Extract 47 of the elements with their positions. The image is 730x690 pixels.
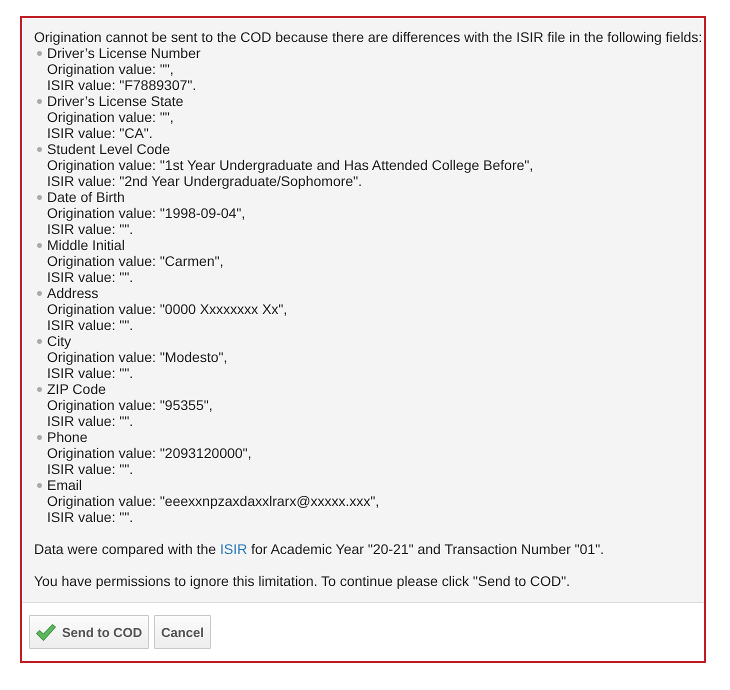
permission-text: You have permissions to ignore this limitation. To continue please click "Send to COD". (34, 573, 570, 589)
isir-value-text: ISIR value: "". (47, 317, 134, 333)
bullet-icon (37, 386, 42, 392)
field-label: Address (47, 285, 98, 301)
field-label: Date of Birth (47, 189, 125, 205)
field-label: City (47, 333, 72, 349)
bullet-icon (37, 98, 42, 104)
field-label: Email (47, 477, 82, 493)
bullet-icon (37, 146, 42, 152)
field-label: Driver’s License Number (47, 45, 201, 61)
isir-link[interactable]: ISIR (220, 541, 248, 557)
send-button[interactable]: Send to COD (29, 615, 150, 649)
field-label: Driver’s License State (47, 93, 184, 109)
isir-value-text: ISIR value: "". (47, 509, 134, 525)
origination-value-text: Origination value: "", (47, 61, 174, 77)
bullet-icon (37, 242, 42, 248)
bullet-icon (37, 434, 42, 440)
origination-value-text: Origination value: "0000 Xxxxxxxx Xx", (47, 301, 288, 317)
field-label: Phone (47, 429, 88, 445)
bullet-icon (37, 50, 42, 56)
origination-value-text: Origination value: "eeexxnpzaxdaxxlrarx@xxxxx.xxx", (47, 493, 380, 509)
origination-value-text: Origination value: "Modesto", (47, 349, 228, 365)
checkmark-icon (36, 624, 56, 640)
origination-value-text: Origination value: "2093120000", (47, 445, 252, 461)
field-label: Student Level Code (47, 141, 170, 157)
field-label: ZIP Code (47, 381, 106, 397)
field-label: Middle Initial (47, 237, 125, 253)
bullet-icon (37, 194, 42, 200)
bullet-icon (37, 290, 42, 296)
cancel-button[interactable]: Cancel (154, 615, 211, 649)
origination-value-text: Origination value: "1998-09-04", (47, 205, 246, 221)
isir-value-text: ISIR value: "F7889307". (47, 77, 196, 93)
bullet-icon (37, 482, 42, 488)
intro-text: Origination cannot be sent to the COD because there are differences with the ISIR file in the following fields: (34, 29, 702, 45)
origination-value-text: Origination value: "", (47, 109, 174, 125)
isir-value-text: ISIR value: "". (47, 365, 134, 381)
isir-value-text: ISIR value: "". (47, 413, 134, 429)
isir-value-text: ISIR value: "". (47, 269, 134, 285)
comparison-text: Data were compared with the ISIR for Academic Year "20-21" and Transaction Number "01". (34, 541, 604, 557)
isir-value-text: ISIR value: "2nd Year Undergraduate/Sophomore". (47, 173, 362, 189)
origination-value-text: Origination value: "1st Year Undergraduate and Has Attended College Before", (47, 157, 534, 173)
isir-value-text: ISIR value: "". (47, 461, 134, 477)
origination-value-text: Origination value: "95355", (47, 397, 213, 413)
bullet-icon (37, 338, 42, 344)
isir-value-text: ISIR value: "CA". (47, 125, 153, 141)
isir-value-text: ISIR value: "". (47, 221, 134, 237)
origination-value-text: Origination value: "Carmen", (47, 253, 224, 269)
